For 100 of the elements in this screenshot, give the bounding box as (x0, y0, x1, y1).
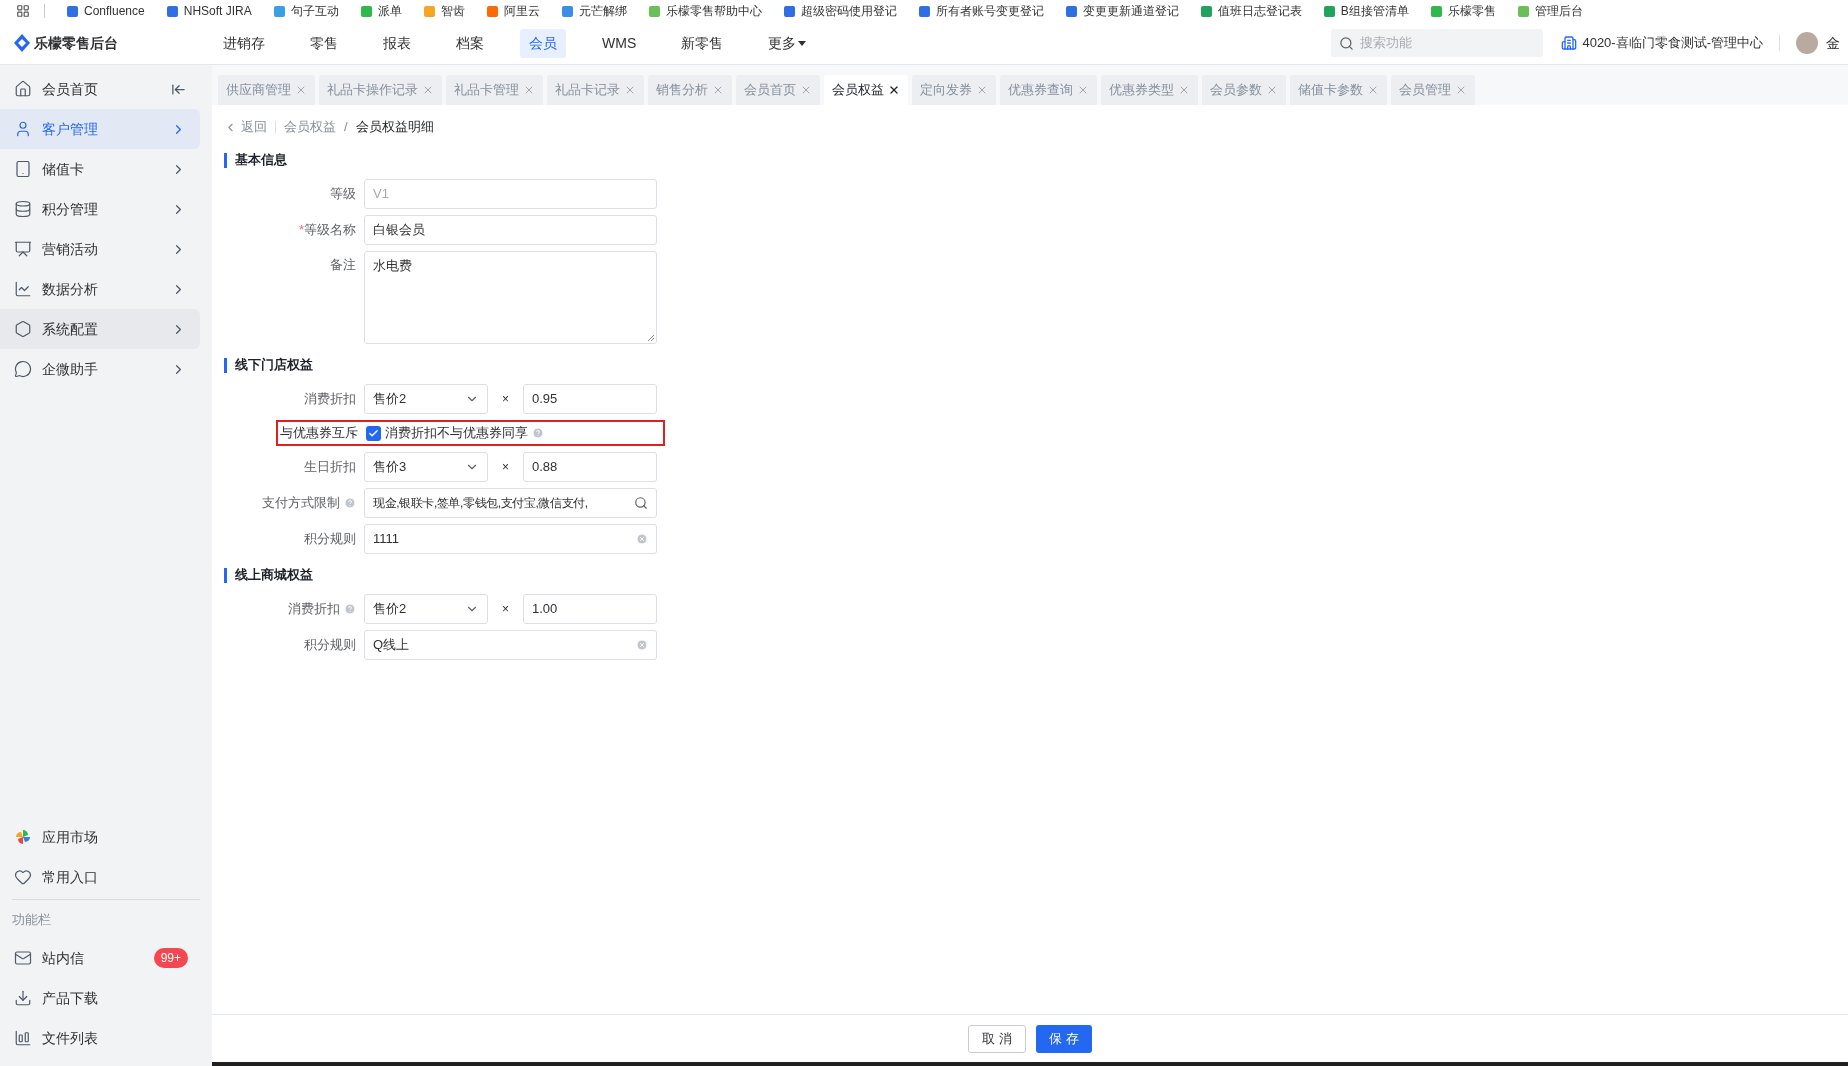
field-label: 与优惠券互斥 (280, 424, 358, 443)
factor-field[interactable]: 1.00 (523, 594, 657, 624)
nav-tab[interactable]: 新零售 (672, 28, 733, 58)
line-chart-icon (14, 280, 32, 298)
user-name[interactable]: 金 (1826, 32, 1840, 54)
pinwheel-icon (14, 828, 32, 846)
sidebar-item[interactable]: 系统配置 (0, 309, 200, 349)
section-heading: 基本信息 (235, 151, 287, 170)
points-rule-field[interactable]: 1111 (364, 524, 657, 554)
nav-tab[interactable]: 更多 (759, 28, 816, 58)
checkbox-label: 消费折扣不与优惠券同享 (385, 424, 528, 443)
close-icon[interactable] (888, 84, 900, 96)
sidebar-item[interactable]: 积分管理 (0, 189, 200, 229)
notes-field[interactable]: 水电费 (364, 251, 657, 344)
payment-methods-field[interactable]: 现金,银联卡,签单,零钱包,支付宝,微信支付, (364, 488, 657, 518)
sidebar-item[interactable]: 会员首页 (0, 69, 200, 109)
sidebar-item[interactable]: 应用市场 (0, 817, 212, 857)
section-title: 功能栏 (11, 911, 52, 930)
user-icon (14, 120, 32, 138)
sidebar-item[interactable]: 常用入口 (0, 857, 212, 897)
back-link[interactable]: 返回 (224, 117, 267, 137)
apps-grid-icon[interactable] (16, 4, 30, 18)
bookmark[interactable]: 所有者账号变更登记 (918, 2, 1044, 20)
sidebar-item[interactable]: 站内信 99+ (0, 938, 212, 978)
chat-icon (14, 360, 32, 378)
check-icon (368, 427, 379, 439)
nav-tab[interactable]: 会员 (520, 28, 566, 58)
clear-icon[interactable] (636, 639, 648, 651)
bookmark[interactable]: 派单 (360, 2, 402, 20)
field-label: 等级 (330, 185, 356, 204)
breadcrumb-current: 会员权益明细 (355, 118, 434, 137)
download-icon (14, 989, 32, 1007)
hexagon-icon (14, 320, 32, 338)
presentation-icon (14, 240, 32, 258)
bookmark[interactable]: 元芒解绑 (561, 2, 627, 20)
count-badge: 99+ (153, 948, 188, 968)
bookmark[interactable]: 句子互动 (273, 2, 339, 20)
price-select[interactable]: 售价3 (364, 452, 488, 482)
cancel-button[interactable]: 取 消 (968, 1024, 1026, 1053)
bar-chart-icon (14, 1029, 32, 1047)
database-icon (14, 200, 32, 218)
field-label: 支付方式限制 (262, 494, 340, 513)
bookmark[interactable]: 超级密码使用登记 (783, 2, 897, 20)
section-heading: 线下门店权益 (235, 356, 313, 375)
sidebar-item[interactable]: 产品下载 (0, 978, 212, 1018)
page-tab[interactable]: 会员权益 (824, 75, 908, 105)
bookmark[interactable]: NHSoft JIRA (166, 2, 252, 20)
avatar[interactable] (1796, 32, 1818, 54)
bookmark[interactable]: Confluence (67, 2, 145, 20)
field-label: 积分规则 (304, 530, 356, 549)
field-label: 消费折扣 (304, 390, 356, 409)
store-switcher[interactable]: 4020-喜临门零食测试-管理中心 (1561, 33, 1763, 53)
nav-tab[interactable]: 报表 (374, 28, 420, 58)
text-field[interactable]: 白银会员 (364, 215, 657, 245)
multiply-sign: × (501, 601, 510, 618)
field-label: 积分规则 (304, 636, 356, 655)
tablet-icon (14, 160, 32, 178)
sidebar-item[interactable]: 数据分析 (0, 269, 200, 309)
sidebar-item[interactable]: 营销活动 (0, 229, 200, 269)
field-label: 生日折扣 (304, 458, 356, 477)
bookmark[interactable]: B组接管清单 (1323, 2, 1409, 20)
multiply-sign: × (501, 459, 510, 476)
home-icon (14, 80, 32, 98)
checkbox[interactable] (366, 425, 381, 441)
building-icon (1561, 35, 1578, 51)
required-mark: * (298, 221, 304, 240)
nav-tab[interactable]: 档案 (447, 28, 493, 58)
diamond-logo-icon (14, 34, 30, 52)
bookmark[interactable]: 值班日志登记表 (1200, 2, 1302, 20)
breadcrumb-separator: / (344, 118, 348, 137)
nav-tab[interactable]: 零售 (301, 28, 347, 58)
bookmark[interactable]: 乐檬零售 (1430, 2, 1496, 20)
bookmark[interactable]: 乐檬零售帮助中心 (648, 2, 762, 20)
nav-tab[interactable]: 进销存 (214, 28, 274, 58)
multiply-sign: × (501, 391, 510, 408)
bookmark[interactable]: 阿里云 (486, 2, 540, 20)
sidebar-item[interactable]: 文件列表 (0, 1018, 212, 1058)
resize-handle-icon[interactable] (647, 334, 654, 341)
price-select[interactable]: 售价2 (364, 384, 488, 414)
nav-tab[interactable]: WMS (593, 28, 646, 58)
field-label: 备注 (330, 256, 356, 274)
search-icon (634, 496, 648, 510)
bookmark[interactable]: 管理后台 (1517, 2, 1583, 20)
save-button[interactable]: 保 存 (1036, 1024, 1092, 1053)
heart-icon (14, 868, 32, 886)
search-icon (1339, 35, 1355, 51)
factor-field[interactable]: 0.88 (523, 452, 657, 482)
bookmark[interactable]: 智齿 (423, 2, 465, 20)
section-heading: 线上商城权益 (235, 566, 313, 585)
clear-icon[interactable] (636, 533, 648, 545)
app-name: 乐檬零售后台 (34, 33, 118, 53)
sidebar-item[interactable]: 储值卡 (0, 149, 200, 189)
points-rule-field[interactable]: Q线上 (364, 630, 657, 660)
mail-icon (14, 949, 32, 967)
price-select[interactable]: 售价2 (364, 594, 488, 624)
sidebar-item[interactable]: 企微助手 (0, 349, 200, 389)
bookmark[interactable]: 变更更新通道登记 (1065, 2, 1179, 20)
sidebar-item[interactable]: 客户管理 (0, 109, 200, 149)
field-label: 消费折扣 (288, 600, 340, 619)
factor-field[interactable]: 0.95 (523, 384, 657, 414)
